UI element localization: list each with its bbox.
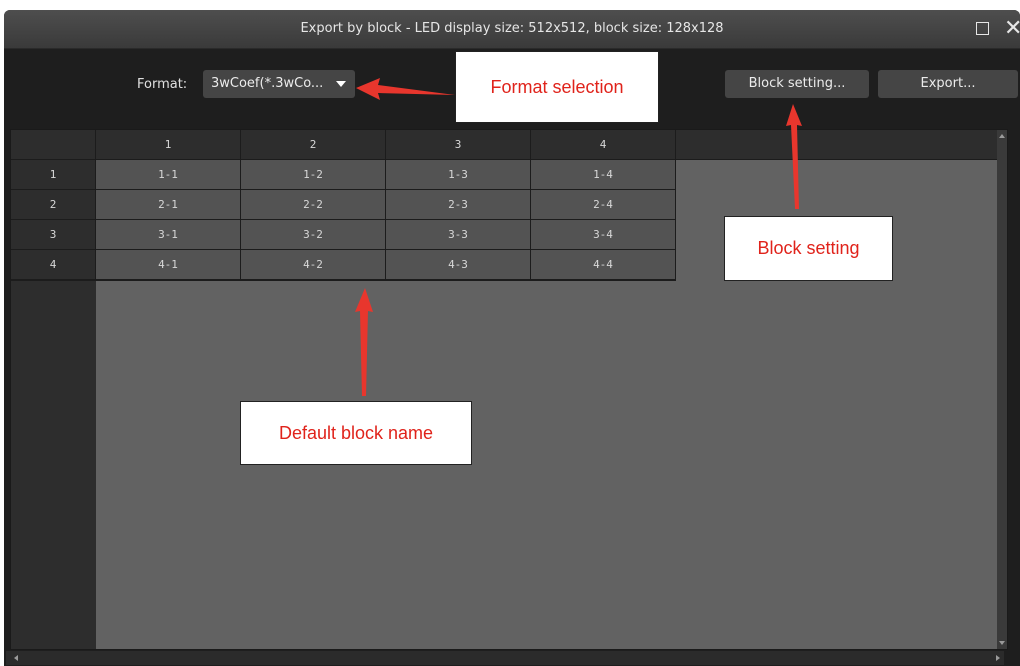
block-cell[interactable]: 2-2 bbox=[241, 190, 386, 220]
block-setting-callout: Block setting bbox=[724, 216, 893, 281]
row-header[interactable]: 4 bbox=[11, 250, 96, 280]
close-icon[interactable]: ✕ bbox=[1004, 16, 1020, 42]
scroll-down-arrow-icon[interactable] bbox=[999, 641, 1005, 645]
grid-corner bbox=[11, 130, 96, 160]
block-cell[interactable]: 1-2 bbox=[241, 160, 386, 190]
block-cell[interactable]: 4-4 bbox=[531, 250, 676, 280]
block-cell[interactable]: 1-4 bbox=[531, 160, 676, 190]
format-label: Format: bbox=[137, 77, 188, 92]
scroll-right-arrow-icon[interactable] bbox=[996, 655, 1000, 661]
block-cell[interactable]: 2-1 bbox=[96, 190, 241, 220]
row-header[interactable]: 1 bbox=[11, 160, 96, 190]
export-button[interactable]: Export... bbox=[878, 70, 1018, 98]
block-cell[interactable]: 2-3 bbox=[386, 190, 531, 220]
block-table: 1 2 3 4 1 1-1 1-2 1-3 1-4 2 2-1 2-2 2-3 2-4 3 3-1 3-2 3-3… bbox=[11, 130, 676, 281]
block-cell[interactable]: 4-3 bbox=[386, 250, 531, 280]
window-title: Export by block - LED display size: 512x… bbox=[300, 21, 724, 36]
block-cell[interactable]: 3-3 bbox=[386, 220, 531, 250]
block-cell[interactable]: 2-4 bbox=[531, 190, 676, 220]
dropdown-caret-icon bbox=[336, 81, 346, 87]
block-cell[interactable]: 4-1 bbox=[96, 250, 241, 280]
block-cell[interactable]: 3-1 bbox=[96, 220, 241, 250]
default-block-name-callout: Default block name bbox=[240, 401, 472, 465]
block-cell[interactable]: 4-2 bbox=[241, 250, 386, 280]
maximize-icon[interactable] bbox=[976, 22, 989, 35]
block-grid-area: 1 2 3 4 1 1-1 1-2 1-3 1-4 2 2-1 2-2 2-3 2-4 3 3-1 3-2 3-3… bbox=[10, 129, 1008, 650]
block-cell[interactable]: 1-1 bbox=[96, 160, 241, 190]
format-dropdown[interactable]: 3wCoef(*.3wCo... bbox=[203, 70, 355, 98]
horizontal-scrollbar[interactable] bbox=[6, 651, 1004, 665]
format-selection-callout: Format selection bbox=[455, 51, 659, 123]
row-header[interactable]: 2 bbox=[11, 190, 96, 220]
column-header[interactable]: 1 bbox=[96, 130, 241, 160]
column-header[interactable]: 4 bbox=[531, 130, 676, 160]
block-cell[interactable]: 3-4 bbox=[531, 220, 676, 250]
column-header[interactable]: 3 bbox=[386, 130, 531, 160]
block-cell[interactable]: 1-3 bbox=[386, 160, 531, 190]
block-setting-button[interactable]: Block setting... bbox=[725, 70, 869, 98]
column-header-strip bbox=[676, 130, 1001, 160]
column-header[interactable]: 2 bbox=[241, 130, 386, 160]
title-bar: Export by block - LED display size: 512x… bbox=[4, 10, 1020, 49]
scroll-up-arrow-icon[interactable] bbox=[999, 134, 1005, 138]
format-dropdown-value: 3wCoef(*.3wCo... bbox=[211, 76, 324, 91]
block-cell[interactable]: 3-2 bbox=[241, 220, 386, 250]
row-header[interactable]: 3 bbox=[11, 220, 96, 250]
vertical-scrollbar[interactable] bbox=[997, 130, 1007, 649]
scroll-left-arrow-icon[interactable] bbox=[14, 655, 18, 661]
